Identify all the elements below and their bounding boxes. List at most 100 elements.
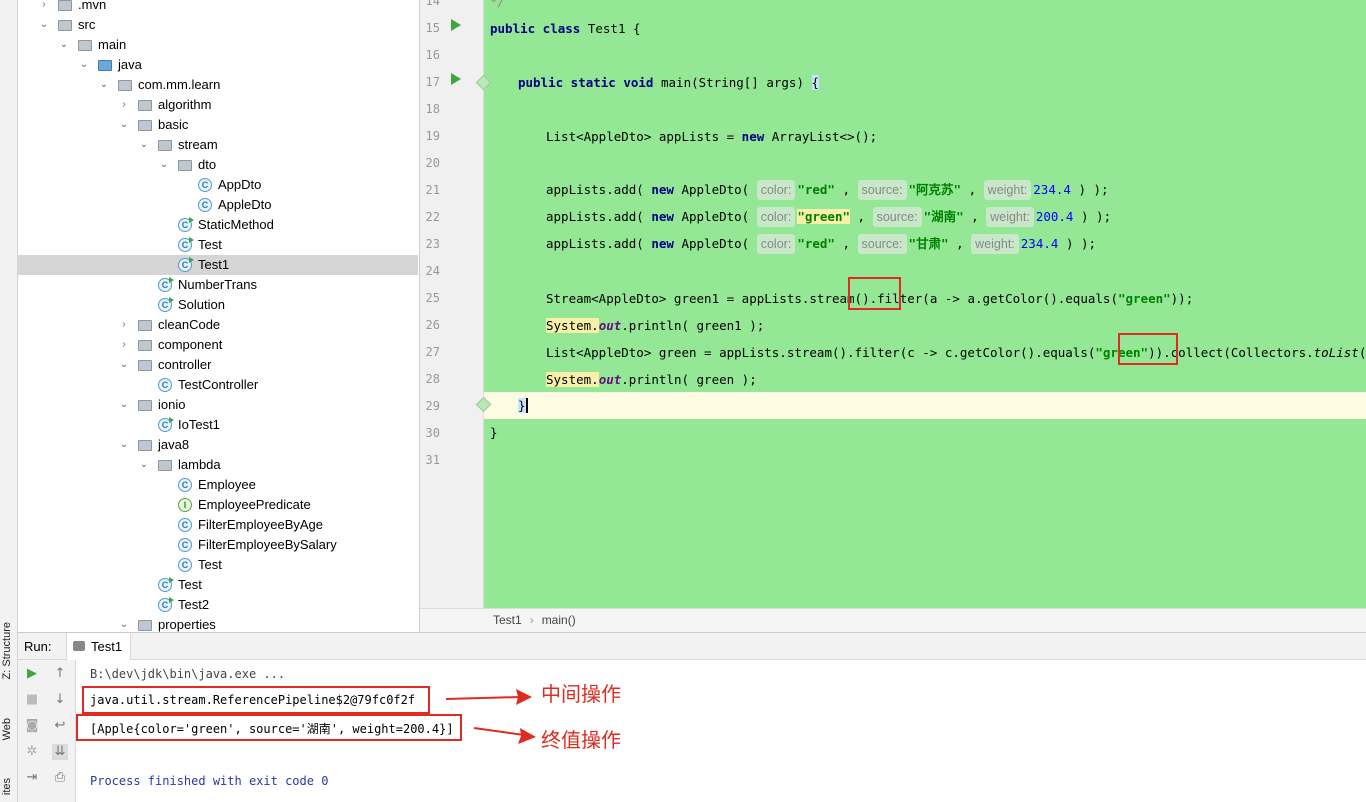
debug-icon[interactable]: ✲ bbox=[24, 744, 40, 760]
soft-wrap-icon[interactable]: ↩ bbox=[52, 718, 68, 734]
tree-item-label: basic bbox=[158, 117, 189, 132]
chevron-down-icon[interactable]: ⌄ bbox=[138, 135, 150, 155]
rerun-icon[interactable]: ▶ bbox=[24, 666, 40, 682]
code-line-27: List<AppleDto> green = appLists.stream()… bbox=[546, 345, 1366, 360]
tree-item[interactable]: ⌄ lambda bbox=[18, 455, 418, 475]
tree-item-label: EmployeePredicate bbox=[198, 497, 311, 512]
tree-item-label: com.mm.learn bbox=[138, 77, 221, 92]
folder-icon bbox=[78, 40, 92, 51]
package-icon bbox=[118, 80, 132, 91]
chevron-right-icon[interactable]: › bbox=[38, 0, 50, 15]
tree-item[interactable]: ⌄ java bbox=[18, 55, 418, 75]
line-number: 22 bbox=[425, 210, 440, 224]
tree-item[interactable]: ⌄ src bbox=[18, 15, 418, 35]
line-number: 17 bbox=[425, 75, 440, 89]
tree-item[interactable]: ⌄ stream bbox=[18, 135, 418, 155]
tree-item[interactable]: C Test bbox=[18, 555, 418, 575]
tree-item[interactable]: ⌄ ionio bbox=[18, 395, 418, 415]
tree-item-label: Test bbox=[198, 557, 222, 572]
code-line-21: appLists.add( new AppleDto( color: "red" … bbox=[546, 176, 1109, 203]
project-tree: › .mvn ⌄ src ⌄ main ⌄ java ⌄ com.mm.learn › algorit… bbox=[18, 0, 420, 632]
chevron-down-icon[interactable]: ⌄ bbox=[138, 455, 150, 475]
structure-tab[interactable]: Z: Structure bbox=[1, 622, 13, 679]
scroll-to-end-icon[interactable]: ⇊ bbox=[52, 744, 68, 760]
class-icon: C bbox=[178, 518, 192, 532]
stop-icon[interactable]: ■ bbox=[24, 692, 40, 708]
package-icon bbox=[138, 620, 152, 631]
tree-item[interactable]: › .mvn bbox=[18, 0, 418, 15]
tree-item[interactable]: C AppleDto bbox=[18, 195, 418, 215]
tree-item[interactable]: ⌄ properties bbox=[18, 615, 418, 632]
chevron-right-icon[interactable]: › bbox=[118, 335, 130, 355]
run-tab-test1[interactable]: Test1 bbox=[66, 633, 132, 660]
tree-item[interactable]: C Employee bbox=[18, 475, 418, 495]
chevron-down-icon[interactable]: ⌄ bbox=[78, 55, 90, 75]
chevron-right-icon[interactable]: › bbox=[118, 95, 130, 115]
tree-item[interactable]: ⌄ com.mm.learn bbox=[18, 75, 418, 95]
web-tab[interactable]: Web bbox=[1, 718, 13, 740]
package-icon bbox=[138, 100, 152, 111]
chevron-down-icon[interactable]: ⌄ bbox=[58, 35, 70, 55]
tree-item[interactable]: ⌄ java8 bbox=[18, 435, 418, 455]
breadcrumb-class[interactable]: Test1 bbox=[493, 613, 522, 627]
down-arrow-icon[interactable]: ↓ bbox=[52, 692, 68, 708]
class-icon: C bbox=[178, 478, 192, 492]
up-arrow-icon[interactable]: ↑ bbox=[52, 666, 68, 682]
chevron-down-icon[interactable]: ⌄ bbox=[158, 155, 170, 175]
tree-item[interactable]: › component bbox=[18, 335, 418, 355]
favorites-tab[interactable]: ites bbox=[1, 778, 13, 795]
chevron-down-icon[interactable]: ⌄ bbox=[118, 435, 130, 455]
chevron-down-icon[interactable]: ⌄ bbox=[98, 75, 110, 95]
runnable-class-icon: C bbox=[158, 417, 174, 432]
tree-item[interactable]: C Test1 bbox=[18, 255, 418, 275]
tree-item[interactable]: C Test2 bbox=[18, 595, 418, 615]
runnable-class-icon: C bbox=[158, 597, 174, 612]
tree-item[interactable]: C StaticMethod bbox=[18, 215, 418, 235]
exit-icon[interactable]: ⇥ bbox=[24, 770, 40, 786]
annotation-intermediate: 中间操作 bbox=[541, 682, 621, 706]
run-gutter-icon[interactable] bbox=[451, 19, 461, 31]
tree-item[interactable]: ⌄ basic bbox=[18, 115, 418, 135]
tree-item[interactable]: ⌄ main bbox=[18, 35, 418, 55]
code-line-22: appLists.add( new AppleDto( color: "green… bbox=[546, 203, 1111, 230]
tree-item[interactable]: C FilterEmployeeBySalary bbox=[18, 535, 418, 555]
tree-item[interactable]: ⌄ controller bbox=[18, 355, 418, 375]
line-number: 16 bbox=[425, 48, 440, 62]
collect-call: .collect bbox=[1163, 345, 1224, 360]
console-output[interactable]: B:\dev\jdk\bin\java.exe ... java.util.st… bbox=[76, 660, 1366, 802]
line-number: 24 bbox=[425, 264, 440, 278]
code-line-25: Stream<AppleDto> green1 = appLists.strea… bbox=[546, 291, 1194, 306]
tree-item[interactable]: C Test bbox=[18, 235, 418, 255]
tree-item[interactable]: C Test bbox=[18, 575, 418, 595]
chevron-down-icon[interactable]: ⌄ bbox=[118, 615, 130, 632]
run-gutter-icon[interactable] bbox=[451, 73, 461, 85]
chevron-down-icon[interactable]: ⌄ bbox=[118, 395, 130, 415]
tree-item[interactable]: C NumberTrans bbox=[18, 275, 418, 295]
run-toolbar: ▶ ↑ ■ ↓ ◙ ↩ ✲ ⇊ ⇥ ⎙ bbox=[18, 660, 76, 802]
chevron-down-icon[interactable]: ⌄ bbox=[118, 115, 130, 135]
tree-item[interactable]: › cleanCode bbox=[18, 315, 418, 335]
tree-item[interactable]: › algorithm bbox=[18, 95, 418, 115]
tree-item[interactable]: C FilterEmployeeByAge bbox=[18, 515, 418, 535]
line-number: 30 bbox=[425, 426, 440, 440]
tree-item[interactable]: C Solution bbox=[18, 295, 418, 315]
tree-item[interactable]: C AppDto bbox=[18, 175, 418, 195]
chevron-right-icon[interactable]: › bbox=[118, 315, 130, 335]
package-icon bbox=[138, 320, 152, 331]
camera-icon[interactable]: ◙ bbox=[24, 718, 40, 734]
line-number: 27 bbox=[425, 345, 440, 359]
tree-item-label: properties bbox=[158, 617, 216, 632]
class-icon: C bbox=[178, 538, 192, 552]
breadcrumb-method[interactable]: main() bbox=[542, 613, 576, 627]
tree-item-label: Test1 bbox=[198, 257, 230, 272]
tree-item[interactable]: C TestController bbox=[18, 375, 418, 395]
print-icon[interactable]: ⎙ bbox=[52, 770, 68, 786]
tree-item-label: controller bbox=[158, 357, 212, 372]
chevron-down-icon[interactable]: ⌄ bbox=[38, 15, 50, 35]
tree-item[interactable]: ⌄ dto bbox=[18, 155, 418, 175]
tree-item[interactable]: I EmployeePredicate bbox=[18, 495, 418, 515]
console-line-command: B:\dev\jdk\bin\java.exe ... bbox=[90, 667, 286, 681]
tree-item[interactable]: C IoTest1 bbox=[18, 415, 418, 435]
code-line-15: public class Test1 { bbox=[490, 21, 641, 36]
chevron-down-icon[interactable]: ⌄ bbox=[118, 355, 130, 375]
